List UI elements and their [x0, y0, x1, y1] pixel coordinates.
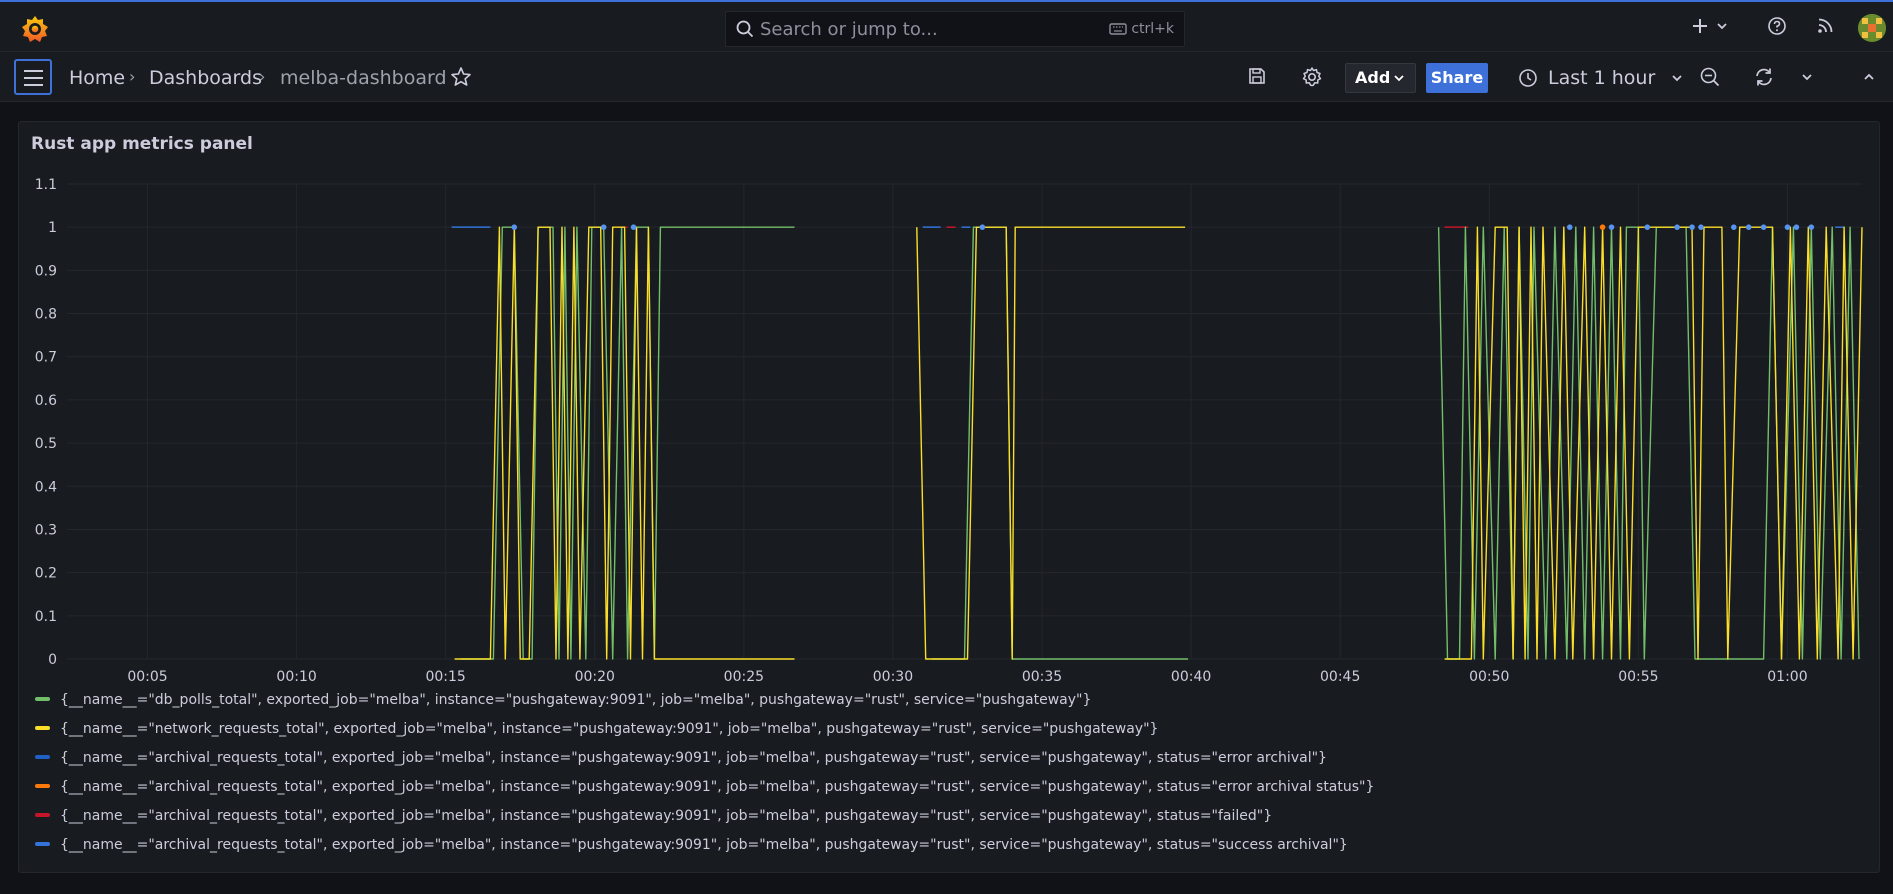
y-tick-label: 0.3 [35, 522, 57, 538]
time-range-picker[interactable]: Last 1 hour [1518, 63, 1683, 93]
chevron-down-icon [1672, 75, 1682, 82]
series-point [1730, 224, 1737, 230]
save-icon[interactable] [1247, 66, 1267, 86]
timeseries-chart[interactable]: 0 0.1 0.2 0.3 0.4 0.5 0.6 0.7 0.8 0.9 1 1.1 00:05 00:… [19, 122, 1879, 682]
metrics-panel: Rust app metrics panel 0 0.1 0.2 0.3 0.4 0.5 0… [18, 121, 1880, 873]
breadcrumb-home[interactable]: Home [69, 67, 125, 89]
series-point [1698, 224, 1704, 230]
series-point [979, 224, 986, 230]
search-placeholder: Search or jump to... [760, 19, 938, 40]
series-point [1608, 224, 1615, 230]
y-tick-label: 1 [48, 220, 57, 236]
help-icon[interactable] [1767, 16, 1787, 36]
legend-color-swatch [35, 813, 50, 817]
x-tick-label: 00:45 [1320, 669, 1360, 682]
keyboard-icon [1109, 23, 1128, 35]
legend-label: {__name__="db_polls_total", exported_job… [60, 692, 1092, 708]
series-point [1644, 224, 1651, 230]
menu-toggle-button[interactable] [14, 59, 52, 95]
series-point [1566, 224, 1573, 230]
legend-color-swatch [35, 842, 50, 846]
chevron-up-icon[interactable] [1863, 73, 1875, 81]
breadcrumb-current: melba-dashboard [280, 67, 447, 89]
y-tick-label: 0.8 [35, 307, 57, 323]
series-point [630, 224, 637, 230]
refresh-icon[interactable] [1753, 66, 1775, 88]
series-point [1808, 224, 1815, 230]
grafana-logo-icon[interactable] [20, 14, 50, 44]
legend-label: {__name__="network_requests_total", expo… [60, 721, 1159, 737]
x-tick-label: 00:15 [425, 669, 465, 682]
y-tick-label: 0.9 [35, 263, 57, 279]
add-button[interactable]: Add [1345, 63, 1416, 93]
x-tick-label: 00:05 [127, 669, 167, 682]
x-tick-label: 01:00 [1767, 669, 1807, 682]
avatar[interactable] [1858, 14, 1886, 42]
series-point [1784, 224, 1791, 230]
series-point [1599, 224, 1606, 230]
series-point [1674, 224, 1680, 230]
legend-label: {__name__="archival_requests_total", exp… [60, 779, 1375, 795]
y-tick-label: 0.6 [35, 393, 57, 409]
plus-icon[interactable] [1690, 16, 1710, 36]
series-point [1760, 224, 1767, 230]
y-tick-label: 0 [48, 652, 57, 668]
x-tick-label: 00:35 [1022, 669, 1062, 682]
x-tick-label: 00:55 [1618, 669, 1658, 682]
add-button-label: Add [1355, 68, 1391, 87]
legend-color-swatch [35, 726, 50, 730]
search-bar[interactable]: Search or jump to... ctrl+k [725, 11, 1185, 47]
avatar-image-icon [1858, 14, 1886, 42]
series-point [511, 224, 518, 230]
legend-color-swatch [35, 697, 50, 701]
breadcrumb-separator-icon: › [129, 67, 136, 86]
legend-color-swatch [35, 784, 50, 788]
legend-color-swatch [35, 755, 50, 759]
y-tick-label: 0.5 [35, 436, 57, 452]
x-tick-label: 00:30 [873, 669, 913, 682]
shortcut-text: ctrl+k [1131, 21, 1174, 37]
y-tick-label: 1.1 [35, 177, 57, 193]
rss-icon[interactable] [1817, 16, 1835, 34]
share-button[interactable]: Share [1426, 63, 1488, 93]
zoom-out-icon[interactable] [1699, 66, 1721, 88]
series-point [1745, 224, 1752, 230]
x-tick-label: 00:25 [724, 669, 764, 682]
legend-item[interactable]: {__name__="archival_requests_total", exp… [35, 808, 1272, 830]
breadcrumb-separator-icon: › [259, 67, 266, 86]
search-shortcut: ctrl+k [1109, 21, 1174, 37]
legend-item[interactable]: {__name__="network_requests_total", expo… [35, 721, 1158, 743]
series-point [600, 224, 607, 230]
x-tick-label: 00:20 [575, 669, 615, 682]
legend-item[interactable]: {__name__="archival_requests_total", exp… [35, 779, 1374, 801]
top-navbar: Search or jump to... ctrl+k [0, 0, 1893, 52]
dashboard-toolbar: Home › Dashboards › melba-dashboard Add … [0, 52, 1893, 102]
y-tick-label: 0.7 [35, 350, 57, 366]
chevron-down-icon[interactable] [1801, 73, 1813, 81]
x-tick-label: 00:40 [1171, 669, 1211, 682]
breadcrumb-dashboards[interactable]: Dashboards [149, 67, 262, 89]
chevron-down-icon[interactable] [1716, 22, 1728, 30]
y-tick-label: 0.4 [35, 479, 57, 495]
legend-label: {__name__="archival_requests_total", exp… [60, 750, 1327, 766]
y-tick-label: 0.1 [35, 609, 57, 625]
x-tick-label: 00:10 [276, 669, 316, 682]
search-icon [736, 20, 754, 38]
star-icon[interactable] [450, 66, 472, 88]
legend-item[interactable]: {__name__="archival_requests_total", exp… [35, 750, 1327, 772]
legend-item[interactable]: {__name__="archival_requests_total", exp… [35, 837, 1348, 859]
legend-label: {__name__="archival_requests_total", exp… [60, 837, 1348, 853]
series-point [1689, 224, 1695, 230]
x-tick-label: 00:50 [1469, 669, 1509, 682]
y-tick-label: 0.2 [35, 566, 57, 582]
chevron-down-icon [1394, 75, 1404, 82]
legend-item[interactable]: {__name__="db_polls_total", exported_job… [35, 692, 1091, 714]
legend-label: {__name__="archival_requests_total", exp… [60, 808, 1273, 824]
time-range-label: Last 1 hour [1548, 67, 1656, 89]
clock-icon [1519, 69, 1537, 87]
gear-icon[interactable] [1301, 66, 1323, 88]
series-point [1793, 224, 1800, 230]
